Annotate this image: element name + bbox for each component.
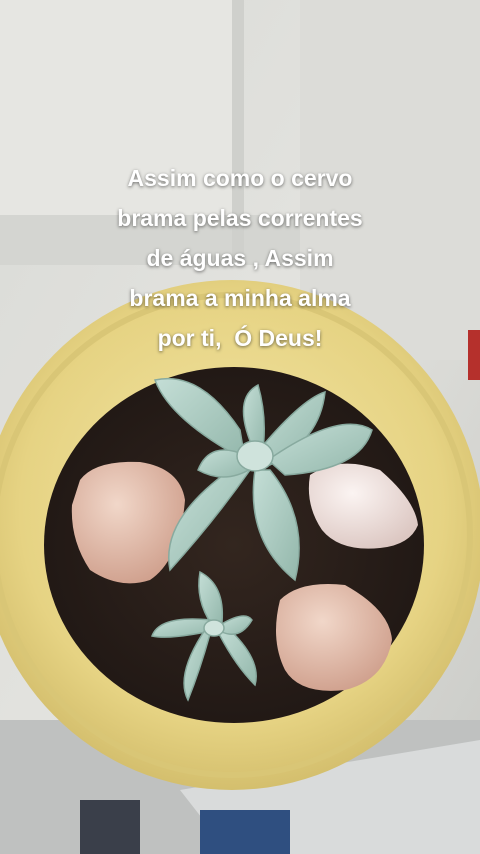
caption-line: Assim como o cervo bbox=[127, 165, 353, 191]
caption-line: brama a minha alma bbox=[129, 285, 351, 311]
story-caption: Assim como o cervo brama pelas correntes… bbox=[20, 158, 460, 358]
caption-line: por ti, Ó Deus! bbox=[157, 325, 323, 351]
caption-line: de águas , Assim bbox=[146, 245, 334, 271]
succulent-photo bbox=[0, 0, 480, 854]
story-view: Assim como o cervo brama pelas correntes… bbox=[0, 0, 480, 854]
caption-line: brama pelas correntes bbox=[117, 205, 363, 231]
